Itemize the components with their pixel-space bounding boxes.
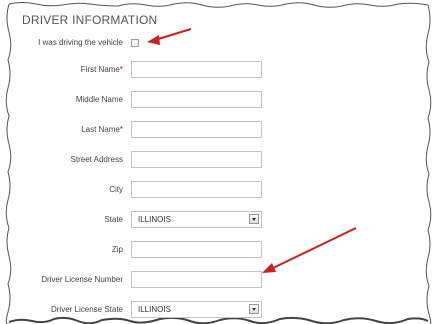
middle-name-label: Middle Name (76, 90, 123, 110)
first-name-label-text: First Name (80, 65, 120, 74)
street-address-input[interactable] (131, 151, 262, 168)
middle-name-input[interactable] (131, 91, 262, 108)
driving-vehicle-label: I was driving the vehicle (38, 33, 123, 53)
driver-license-number-label: Driver License Number (41, 270, 123, 290)
row-first-name: First Name* (0, 60, 437, 80)
driving-vehicle-label-text: I was driving the vehicle (38, 38, 123, 47)
driver-license-state-label: Driver License State (51, 300, 123, 320)
state-select-value: ILLINOIS (138, 215, 171, 224)
row-driving-vehicle: I was driving the vehicle (0, 33, 437, 53)
row-state: State ILLINOIS (0, 210, 437, 230)
state-select[interactable]: ILLINOIS (131, 211, 262, 228)
driver-license-state-dropdown-button[interactable] (249, 304, 259, 314)
first-name-input[interactable] (131, 61, 262, 78)
row-driver-license-number: Driver License Number (0, 270, 437, 290)
state-label-text: State (104, 215, 123, 224)
row-middle-name: Middle Name (0, 90, 437, 110)
zip-label: Zip (112, 240, 123, 260)
driver-license-number-label-text: Driver License Number (41, 275, 123, 284)
street-address-label-text: Street Address (70, 155, 123, 164)
middle-name-label-text: Middle Name (75, 95, 123, 104)
last-name-label: Last Name* (81, 120, 123, 140)
first-name-label: First Name* (81, 60, 123, 80)
zip-label-text: Zip (111, 245, 123, 254)
row-last-name: Last Name* (0, 120, 437, 140)
city-label: City (109, 180, 123, 200)
city-input[interactable] (131, 181, 262, 198)
driver-license-number-input[interactable] (131, 271, 262, 288)
driver-license-state-label-text: Driver License State (50, 305, 123, 314)
city-label-text: City (109, 185, 123, 194)
required-marker: * (119, 125, 123, 134)
required-marker: * (119, 65, 123, 74)
chevron-down-icon (252, 308, 256, 311)
state-label: State (104, 210, 123, 230)
section-title: DRIVER INFORMATION (22, 13, 158, 27)
driver-license-state-select[interactable]: ILLINOIS (131, 301, 262, 318)
driver-information-form: DRIVER INFORMATION I was driving the veh… (0, 0, 437, 324)
driver-license-state-select-value: ILLINOIS (138, 305, 171, 314)
street-address-label: Street Address (71, 150, 123, 170)
row-city: City (0, 180, 437, 200)
row-driver-license-state: Driver License State ILLINOIS (0, 300, 437, 320)
last-name-input[interactable] (131, 121, 262, 138)
zip-input[interactable] (131, 241, 262, 258)
row-zip: Zip (0, 240, 437, 260)
state-dropdown-button[interactable] (249, 214, 259, 224)
driving-vehicle-checkbox[interactable] (131, 39, 139, 47)
row-street-address: Street Address (0, 150, 437, 170)
chevron-down-icon (252, 218, 256, 221)
last-name-label-text: Last Name (81, 125, 120, 134)
